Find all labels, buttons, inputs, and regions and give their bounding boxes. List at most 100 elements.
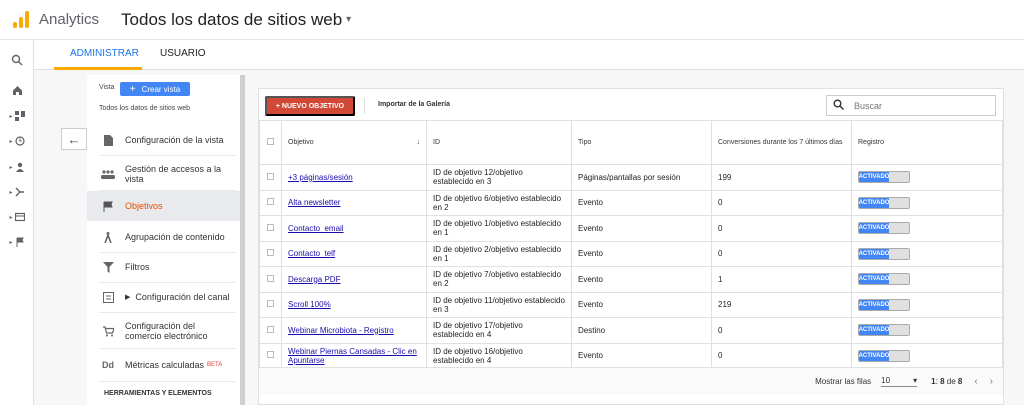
new-goal-button[interactable]: + NUEVO OBJETIVO — [265, 96, 355, 116]
goal-link[interactable]: Webinar Piernas Cansadas - Clic en Apunt… — [288, 347, 417, 365]
nav-item-configuracion-vista[interactable]: Configuración de la vista — [97, 132, 237, 148]
recording-toggle[interactable]: ACTIVADO — [858, 324, 910, 337]
row-checkbox[interactable] — [267, 274, 274, 282]
goal-link[interactable]: Contacto_email — [288, 224, 344, 233]
recording-toggle[interactable]: ACTIVADO — [858, 171, 910, 184]
cell-conversiones: 1 — [711, 266, 852, 293]
toggle-label: ACTIVADO — [858, 248, 890, 259]
rows-per-page-select[interactable]: 10 ▾ — [881, 376, 918, 387]
search-icon[interactable] — [0, 50, 34, 70]
cell-conversiones: 0 — [711, 342, 852, 369]
behavior-icon[interactable]: ▸ — [0, 207, 34, 227]
search-box[interactable] — [826, 95, 996, 116]
goal-link[interactable]: Alta newsletter — [288, 198, 340, 207]
row-select-cell — [259, 164, 282, 191]
row-checkbox[interactable] — [267, 172, 274, 180]
row-select-cell — [259, 266, 282, 293]
row-checkbox[interactable] — [267, 351, 274, 359]
goal-link[interactable]: Descarga PDF — [288, 275, 340, 284]
header-objetivo[interactable]: Objetivo ↓ — [281, 120, 427, 165]
cell-registro: ACTIVADO — [851, 215, 1003, 242]
select-all-cell — [259, 120, 282, 165]
range-start: 1 — [931, 377, 936, 386]
cell-tipo: Evento — [571, 189, 712, 216]
nav-item-label: Filtros — [125, 262, 150, 272]
rows-per-page-value: 10 — [881, 376, 891, 385]
recording-toggle[interactable]: ACTIVADO — [858, 196, 910, 209]
nav-item-metricas-calculadas[interactable]: Dd Métricas calculadas BETA — [97, 357, 237, 373]
crear-vista-button[interactable]: + Crear vista — [120, 82, 190, 96]
cell-id: ID de objetivo 11/objetivo establecido e… — [426, 291, 572, 318]
expand-arrow-icon: ▶ — [125, 294, 131, 301]
cell-id: ID de objetivo 6/objetivo establecido en… — [426, 189, 572, 216]
recording-toggle[interactable]: ACTIVADO — [858, 247, 910, 260]
table-header-row: Objetivo ↓ ID Tipo Conversiones durante l… — [259, 120, 1003, 165]
flag-icon[interactable]: ▸ — [0, 232, 34, 252]
select-all-checkbox[interactable] — [267, 138, 274, 145]
nav-item-agrupacion-contenido[interactable]: Agrupación de contenido — [97, 229, 237, 245]
nav-item-label: Objetivos — [125, 201, 163, 211]
home-icon[interactable] — [0, 80, 34, 100]
rows-per-page-label: Mostrar las filas — [815, 377, 872, 386]
next-page-icon[interactable]: › — [990, 376, 993, 387]
nav-item-objetivos[interactable]: Objetivos — [87, 191, 240, 221]
row-checkbox[interactable] — [267, 300, 274, 308]
toggle-knob — [889, 350, 909, 361]
search-icon — [833, 99, 845, 113]
acquisition-icon[interactable]: ▸ — [0, 182, 34, 202]
nav-item-gestion-accesos[interactable]: Gestión de accesos a la vista — [97, 163, 237, 185]
tab-administrar[interactable]: ADMINISTRAR — [70, 48, 139, 59]
view-name: Todos los datos de sitios web — [99, 105, 191, 112]
search-input[interactable] — [854, 100, 974, 111]
import-gallery-button[interactable]: Importar de la Galería — [378, 101, 450, 108]
cell-registro: ACTIVADO — [851, 291, 1003, 318]
back-arrow-icon[interactable]: ← — [61, 128, 87, 150]
toggle-label: ACTIVADO — [858, 350, 890, 361]
analytics-logo[interactable] — [5, 0, 35, 40]
toggle-label: ACTIVADO — [858, 223, 890, 234]
nav-item-label: Configuración del canal — [135, 292, 230, 302]
cell-id: ID de objetivo 12/objetivo establecido e… — [426, 164, 572, 191]
caret-down-icon: ▾ — [346, 14, 352, 25]
row-checkbox[interactable] — [267, 325, 274, 333]
property-selector[interactable]: Todos los datos de sitios web ▾ — [121, 10, 351, 30]
cell-objetivo: Scroll 100% — [281, 291, 427, 318]
nav-item-filtros[interactable]: Filtros — [97, 259, 237, 275]
cell-tipo: Evento — [571, 215, 712, 242]
nav-item-label: Métricas calculadas — [125, 360, 205, 370]
nav-item-label: Agrupación de contenido — [125, 232, 225, 242]
clock-icon[interactable]: ▸ — [0, 131, 34, 151]
table-row: Contacto_email ID de objetivo 1/objetivo … — [259, 215, 1003, 242]
goal-link[interactable]: +3 páginas/sesión — [288, 173, 353, 182]
cell-registro: ACTIVADO — [851, 342, 1003, 369]
prev-page-icon[interactable]: ‹ — [974, 376, 977, 387]
divider — [99, 282, 236, 283]
nav-item-comercio-electronico[interactable]: Configuración del comercio electrónico — [97, 320, 237, 342]
recording-toggle[interactable]: ACTIVADO — [858, 298, 910, 311]
cell-id: ID de objetivo 1/objetivo establecido en… — [426, 215, 572, 242]
left-rail: ▸ ▸ ▸ ▸ ▸ ▸ — [0, 40, 34, 405]
recording-toggle[interactable]: ACTIVADO — [858, 222, 910, 235]
goal-link[interactable]: Webinar Microbiota - Registro — [288, 326, 394, 335]
vista-label: Vista — [99, 84, 115, 91]
row-checkbox[interactable] — [267, 223, 274, 231]
goal-link[interactable]: Scroll 100% — [288, 300, 331, 309]
nav-item-configuracion-canal[interactable]: ▶ Configuración del canal — [97, 289, 237, 305]
recording-toggle[interactable]: ACTIVADO — [858, 349, 910, 362]
cell-conversiones: 0 — [711, 189, 852, 216]
cell-registro: ACTIVADO — [851, 189, 1003, 216]
goals-table: Objetivo ↓ ID Tipo Conversiones durante l… — [259, 120, 1003, 369]
recording-toggle[interactable]: ACTIVADO — [858, 273, 910, 286]
tab-usuario[interactable]: USUARIO — [160, 48, 206, 59]
tools-section-label: HERRAMIENTAS Y ELEMENTOS — [104, 390, 212, 397]
cell-conversiones: 0 — [711, 317, 852, 344]
person-icon[interactable]: ▸ — [0, 157, 34, 177]
toggle-knob — [889, 299, 909, 310]
goal-link[interactable]: Contacto_telf — [288, 249, 335, 258]
row-checkbox[interactable] — [267, 249, 274, 257]
dashboard-icon[interactable]: ▸ — [0, 106, 34, 126]
cell-objetivo: +3 páginas/sesión — [281, 164, 427, 191]
row-checkbox[interactable] — [267, 198, 274, 206]
nav-scrollbar[interactable] — [240, 75, 245, 405]
row-select-cell — [259, 240, 282, 267]
